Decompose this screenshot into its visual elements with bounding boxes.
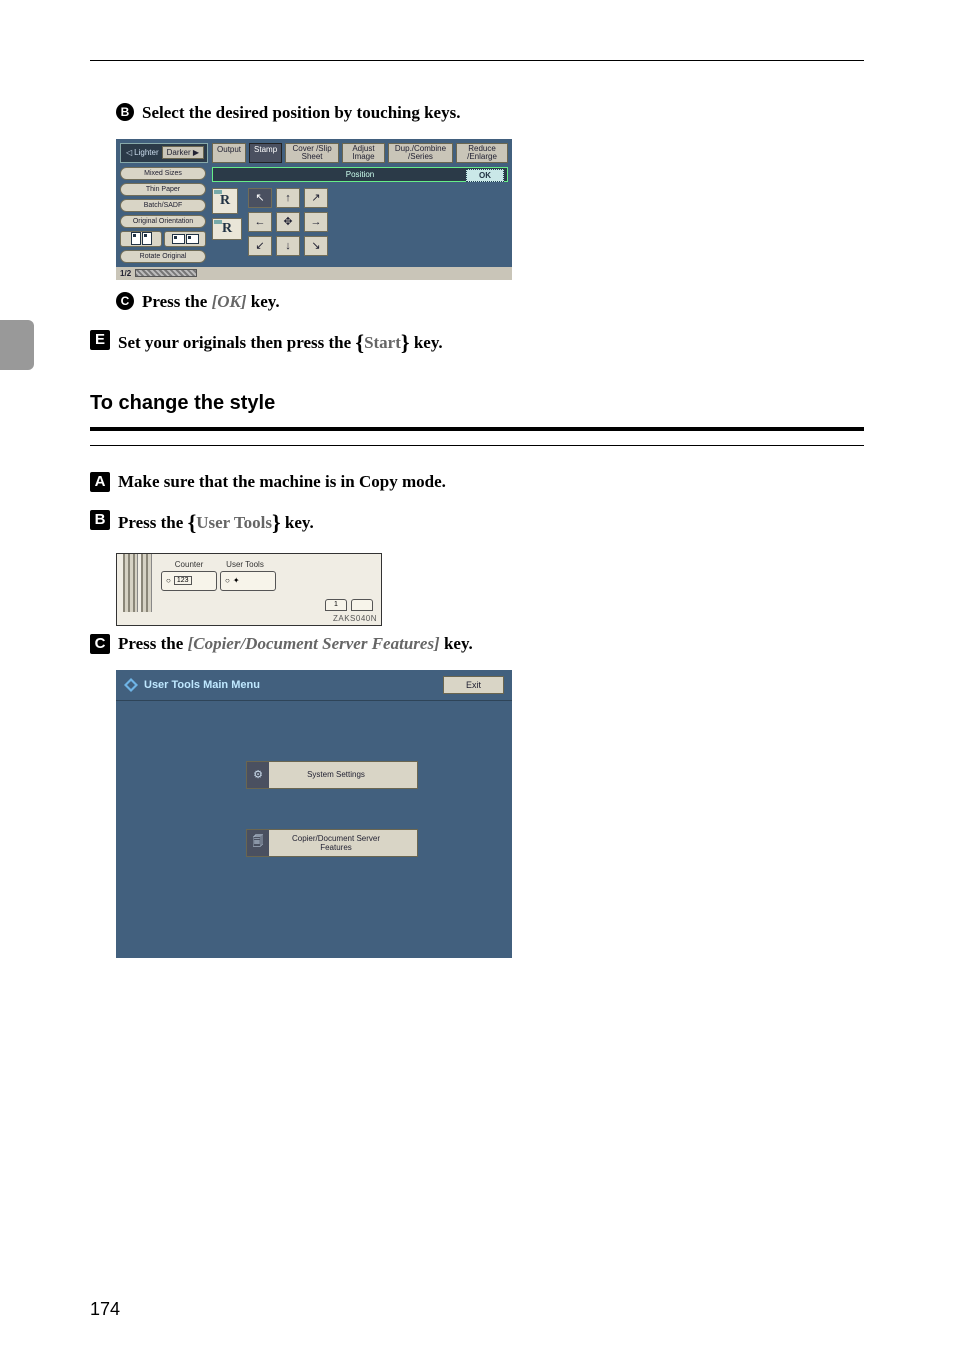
counter-key[interactable]: ○123 — [161, 571, 217, 591]
badge-circle-2: B — [116, 103, 134, 121]
small-key-2[interactable] — [351, 599, 373, 611]
tab-output[interactable]: Output — [212, 143, 246, 163]
system-settings-label: System Settings — [277, 770, 417, 779]
step-1: A Make sure that the machine is in Copy … — [90, 470, 864, 494]
scroll-indicator[interactable] — [135, 269, 197, 277]
opt-rotate-original[interactable]: Rotate Original — [120, 250, 206, 263]
section-thin-rule — [90, 445, 864, 446]
step5-prefix: Set your originals then press the — [118, 333, 355, 352]
step3-prefix: Press the — [118, 634, 188, 653]
ok-button[interactable]: OK — [466, 169, 504, 182]
scroll-footer: 1/2 — [116, 267, 512, 280]
step-3: C Press the [Copier/Document Server Feat… — [90, 632, 864, 656]
density-control[interactable]: ◁ Lighter Darker ▶ — [120, 143, 208, 163]
orientation-portrait-pair[interactable] — [120, 231, 162, 247]
r-landscape-indicator: R — [212, 218, 242, 240]
ok-softkey: [OK] — [212, 292, 247, 311]
substep-b-text: Select the desired position by touching … — [142, 101, 460, 125]
tab-adjust-image[interactable]: Adjust Image — [342, 143, 385, 163]
usertools-hardkey: User Tools — [196, 513, 272, 532]
section-title: To change the style — [90, 392, 864, 415]
position-arrow-grid: ↖ ↑ ↗ ← ✥ → ↙ ↓ ↘ — [248, 188, 328, 256]
step3-suffix: key. — [444, 634, 473, 653]
copier-features-softkey: [Copier/Document Server Features] — [188, 634, 440, 653]
badge-square-3: C — [90, 634, 110, 654]
r-portrait-indicator: R — [212, 188, 238, 214]
page-number: 174 — [90, 1299, 120, 1320]
lighter-label: Lighter — [134, 148, 158, 157]
step5-suffix: key. — [414, 333, 443, 352]
figure-ref: ZAKS040N — [117, 613, 381, 625]
pos-up-right[interactable]: ↗ — [304, 188, 328, 208]
pos-down-right[interactable]: ↘ — [304, 236, 328, 256]
darker-button[interactable]: Darker ▶ — [162, 146, 204, 159]
section-thick-rule — [90, 427, 864, 431]
badge-square-1: A — [90, 472, 110, 492]
pos-left[interactable]: ← — [248, 212, 272, 232]
tab-dup-combine[interactable]: Dup./Combine /Series — [388, 143, 453, 163]
section-tab — [0, 320, 34, 370]
opt-mixed-sizes[interactable]: Mixed Sizes — [120, 167, 206, 180]
usertools-key[interactable]: ○✦ — [220, 571, 276, 591]
copier-features-button[interactable]: 🗐 Copier/Document Server Features — [246, 829, 418, 857]
pos-up-left[interactable]: ↖ — [248, 188, 272, 208]
pos-up[interactable]: ↑ — [276, 188, 300, 208]
badge-square-5: E — [90, 330, 110, 350]
small-key-1[interactable]: 1 — [325, 599, 347, 611]
tab-reduce-enlarge[interactable]: Reduce /Enlarge — [456, 143, 508, 163]
diamond-icon — [124, 678, 138, 692]
opt-thin-paper[interactable]: Thin Paper — [120, 183, 206, 196]
opt-batch-sadf[interactable]: Batch/SADF — [120, 199, 206, 212]
badge-square-2: B — [90, 510, 110, 530]
pos-right[interactable]: → — [304, 212, 328, 232]
pos-down-left[interactable]: ↙ — [248, 236, 272, 256]
panel-rib-2 — [141, 554, 152, 612]
step2-prefix: Press the — [118, 513, 188, 532]
start-key: Start — [364, 333, 401, 352]
tab-cover-slip[interactable]: Cover /Slip Sheet — [285, 143, 339, 163]
copier-icon: 🗐 — [247, 830, 269, 856]
orientation-landscape-pair[interactable] — [164, 231, 206, 247]
substep-c-suffix: key. — [251, 292, 280, 311]
tab-stamp[interactable]: Stamp — [249, 143, 282, 163]
gear-icon: ⚙ — [247, 762, 269, 788]
exit-button[interactable]: Exit — [443, 676, 504, 694]
substep-b: B Select the desired position by touchin… — [116, 101, 864, 125]
page-top-rule — [90, 60, 864, 61]
step2-suffix: key. — [285, 513, 314, 532]
position-label-bar: Position OK — [212, 167, 508, 182]
system-settings-button[interactable]: ⚙ System Settings — [246, 761, 418, 789]
screenshot-usertools-key: Counter User Tools ○123 ○✦ 1 ZAKS040N — [116, 553, 382, 626]
substep-c-prefix: Press the — [142, 292, 212, 311]
pos-down[interactable]: ↓ — [276, 236, 300, 256]
step-2: B Press the {User Tools} key. — [90, 508, 864, 539]
step1-text: Make sure that the machine is in Copy mo… — [118, 470, 446, 494]
opt-original-orientation[interactable]: Original Orientation — [120, 215, 206, 228]
counter-label: Counter — [161, 560, 217, 569]
screenshot-position-panel: ◁ Lighter Darker ▶ Output Stamp Cover /S… — [116, 139, 512, 280]
pos-center[interactable]: ✥ — [276, 212, 300, 232]
badge-circle-3: C — [116, 292, 134, 310]
copier-features-label: Copier/Document Server Features — [277, 834, 417, 852]
step-5: E Set your originals then press the {Sta… — [90, 328, 864, 359]
panel-rib-1 — [123, 554, 138, 612]
menu-title: User Tools Main Menu — [144, 679, 443, 691]
usertools-label: User Tools — [217, 560, 273, 569]
screenshot-usertools-menu: User Tools Main Menu Exit ⚙ System Setti… — [116, 670, 512, 958]
substep-c: C Press the [OK] key. — [116, 290, 864, 314]
